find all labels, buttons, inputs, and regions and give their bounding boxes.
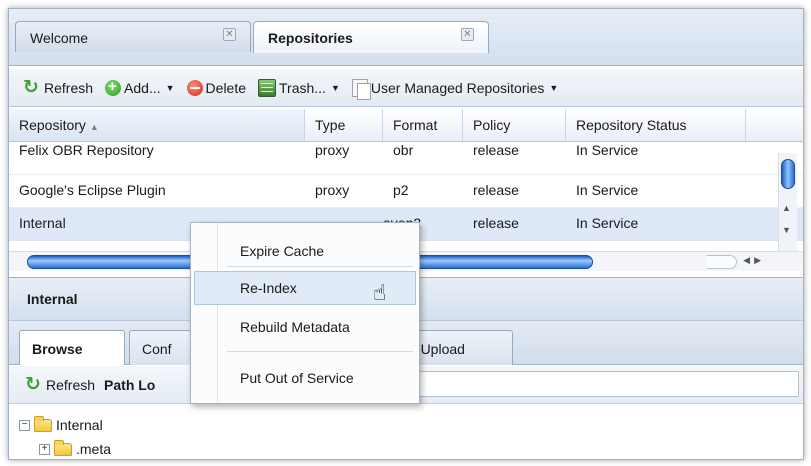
scroll-down-icon[interactable]: ▼ <box>782 225 791 235</box>
cell-policy: release <box>473 215 519 231</box>
cell-policy: release <box>473 182 519 198</box>
table-row[interactable]: Google's Eclipse Plugin proxy p2 release… <box>9 175 803 208</box>
scroll-left-right-icon[interactable]: ◀▶ <box>743 255 765 266</box>
menu-separator <box>227 351 413 352</box>
tree-node-label: .meta <box>76 441 112 457</box>
tab-repositories[interactable]: Repositories ✕ <box>253 21 489 53</box>
delete-label: Delete <box>205 79 247 96</box>
path-lookup-label: Path Lo <box>104 376 156 393</box>
column-header-format[interactable]: Format <box>383 109 463 141</box>
refresh-icon <box>25 373 43 396</box>
folder-open-icon <box>34 415 52 432</box>
refresh-icon <box>23 76 41 99</box>
menu-item-expire-cache[interactable]: Expire Cache <box>194 234 416 268</box>
add-label: Add... <box>124 79 161 96</box>
column-header-status[interactable]: Repository Status <box>566 109 746 141</box>
repositories-window: Welcome ✕ Repositories ✕ Refresh Add... … <box>8 8 804 460</box>
trash-button[interactable]: Trash... ▼ <box>258 78 340 97</box>
tree-node-label: Internal <box>56 417 103 433</box>
cell-policy: release <box>473 142 519 158</box>
folder-icon <box>54 439 72 456</box>
tab-repositories-label: Repositories <box>268 30 353 46</box>
cell-format: p2 <box>393 182 409 198</box>
close-icon[interactable]: ✕ <box>223 28 236 41</box>
column-header-policy[interactable]: Policy <box>463 109 566 141</box>
refresh-button[interactable]: Refresh <box>23 76 94 99</box>
cell-status: In Service <box>576 215 639 231</box>
collapse-icon[interactable]: − <box>19 419 30 431</box>
scroll-track-end <box>707 255 737 269</box>
cell-type: proxy <box>315 182 350 198</box>
chevron-down-icon: ▼ <box>549 82 559 93</box>
menu-separator <box>227 266 413 267</box>
chevron-down-icon: ▼ <box>165 82 175 93</box>
sort-ascending-icon: ▲ <box>89 122 99 132</box>
tab-welcome[interactable]: Welcome ✕ <box>15 21 251 52</box>
refresh-label: Refresh <box>44 79 94 96</box>
browse-refresh-button[interactable]: Refresh <box>46 377 95 393</box>
add-icon <box>105 78 122 96</box>
tab-browse[interactable]: Browse <box>19 330 125 365</box>
add-button[interactable]: Add... ▼ <box>105 78 175 96</box>
table-row[interactable]: Felix OBR Repository proxy obr release I… <box>9 142 803 175</box>
close-icon[interactable]: ✕ <box>461 28 474 41</box>
tab-welcome-label: Welcome <box>30 30 89 46</box>
cell-repository: Felix OBR Repository <box>19 142 154 158</box>
cell-format: obr <box>393 142 414 158</box>
repository-tree: − Internal + .meta <box>9 405 803 459</box>
grid-header: Repository ▲ Type Format Policy Repositor… <box>9 109 803 142</box>
user-managed-label: User Managed Repositories <box>370 79 545 96</box>
hand-cursor-icon: ☝ <box>373 280 387 305</box>
expand-icon[interactable]: + <box>39 443 50 455</box>
context-menu: Expire Cache Re-Index Rebuild Metadata P… <box>190 222 420 404</box>
delete-button[interactable]: Delete <box>186 79 247 96</box>
pages-icon <box>351 78 371 100</box>
tree-node-root[interactable]: − Internal <box>19 415 103 433</box>
path-lookup-input[interactable] <box>411 371 799 397</box>
menu-item-rebuild-metadata[interactable]: Rebuild Metadata <box>194 310 416 344</box>
repositories-toolbar: Refresh Add... ▼ Delete Trash... ▼ User … <box>9 69 803 107</box>
column-label: Repository <box>19 117 86 133</box>
tab-configuration[interactable]: Conf <box>129 330 191 365</box>
cell-status: In Service <box>576 182 639 198</box>
tab-strip: Welcome ✕ Repositories ✕ <box>9 9 803 66</box>
menu-item-put-out-of-service[interactable]: Put Out of Service <box>194 361 416 395</box>
delete-icon <box>186 79 203 96</box>
trash-label: Trash... <box>279 79 326 96</box>
trash-icon <box>258 78 277 97</box>
vertical-scrollbar[interactable]: ▲ ▼ <box>778 153 797 253</box>
cell-status: In Service <box>576 142 639 158</box>
scroll-thumb[interactable] <box>781 159 795 189</box>
tree-node-meta[interactable]: + .meta <box>39 439 112 457</box>
column-header-type[interactable]: Type <box>305 109 383 141</box>
column-header-repository[interactable]: Repository ▲ <box>9 109 305 141</box>
chevron-down-icon: ▼ <box>330 82 340 93</box>
cell-repository: Google's Eclipse Plugin <box>19 182 166 198</box>
user-managed-repositories-button[interactable]: User Managed Repositories ▼ <box>351 78 559 100</box>
scroll-up-icon[interactable]: ▲ <box>782 203 791 213</box>
cell-type: proxy <box>315 142 350 158</box>
